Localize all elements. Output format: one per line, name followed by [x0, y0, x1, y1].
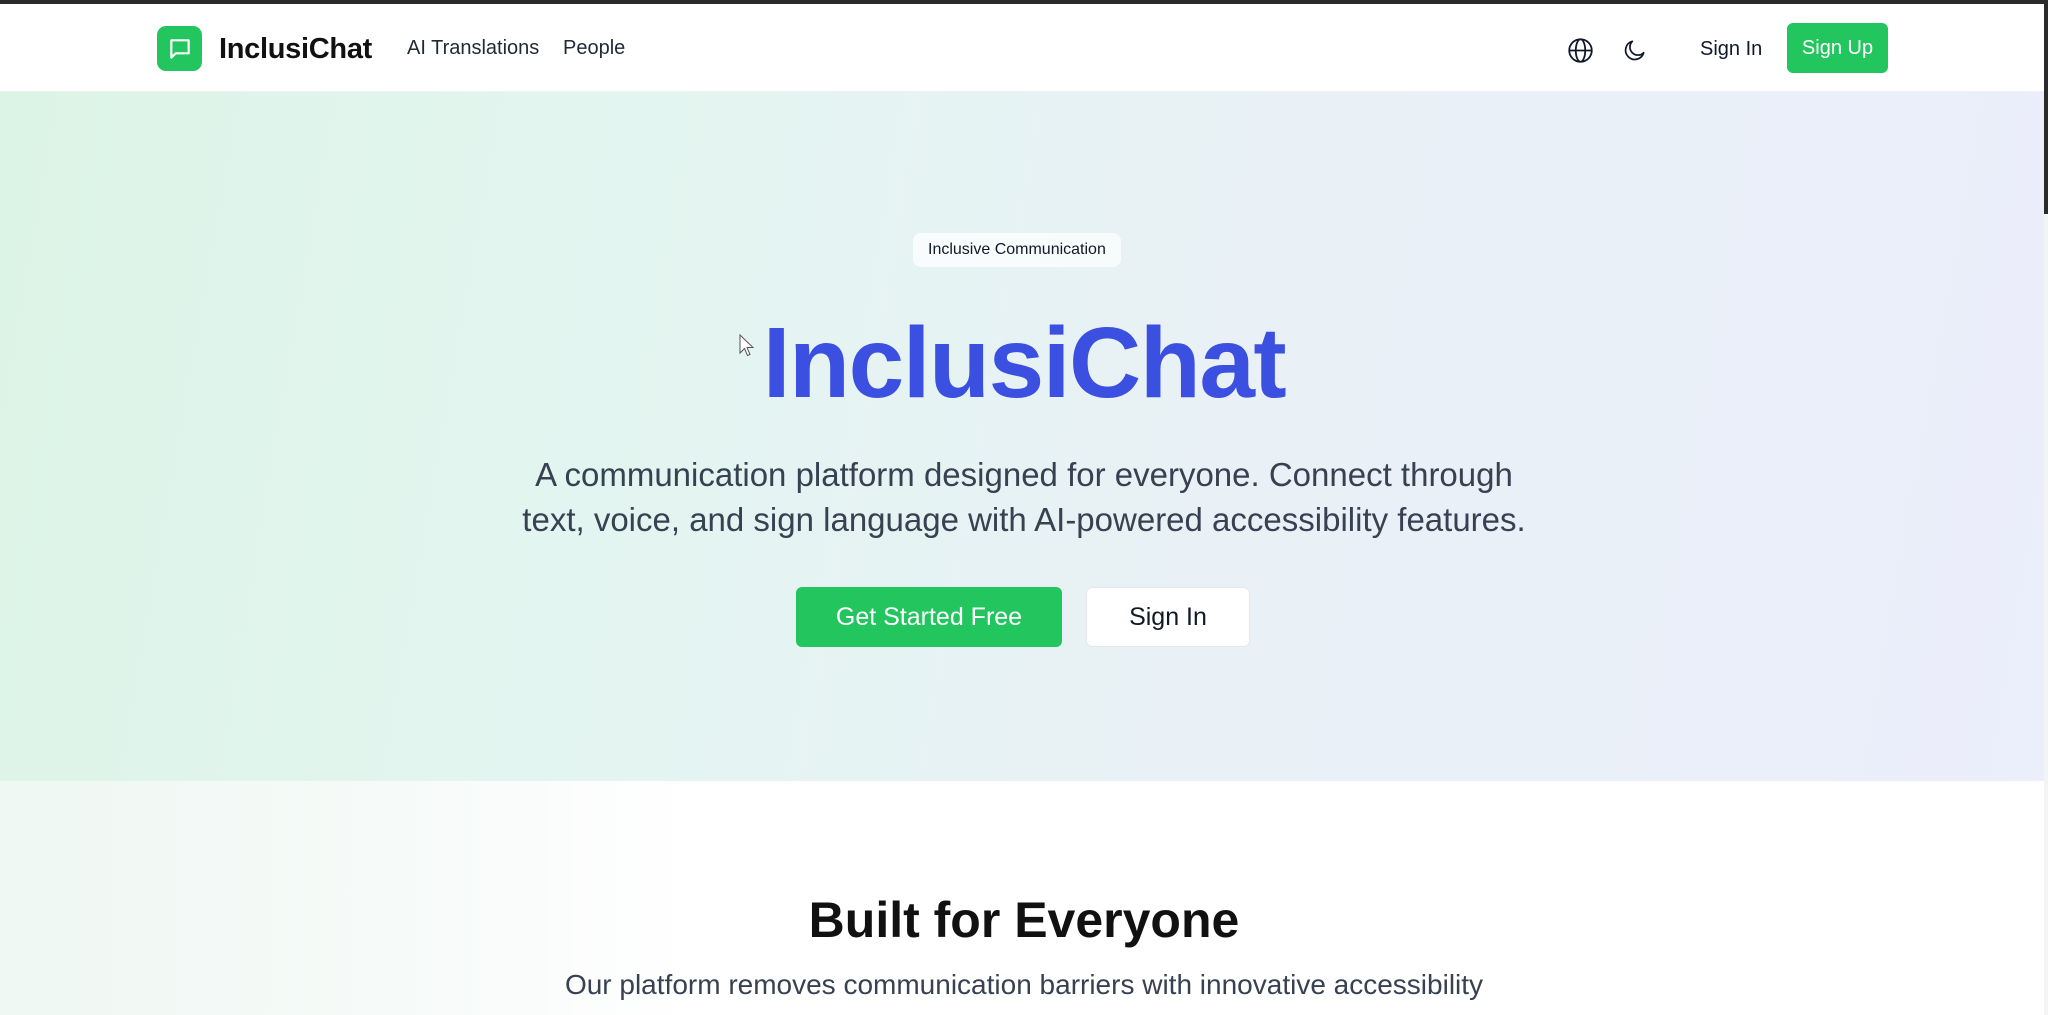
brand-name[interactable]: InclusiChat [219, 33, 372, 66]
mouse-cursor-icon [739, 334, 755, 357]
header-sign-up-button[interactable]: Sign Up [1787, 23, 1888, 73]
hero-title: InclusiChat [762, 307, 1287, 419]
logo[interactable] [157, 26, 202, 71]
get-started-button[interactable]: Get Started Free [796, 587, 1062, 647]
hero-badge: Inclusive Communication [913, 233, 1121, 267]
nav-people[interactable]: People [563, 37, 625, 60]
header-sign-in-link[interactable]: Sign In [1700, 38, 1762, 61]
theme-toggle-button[interactable] [1618, 33, 1652, 67]
nav-ai-translations[interactable]: AI Translations [407, 37, 539, 60]
chat-bubble-icon [169, 38, 190, 59]
features-title: Built for Everyone [808, 892, 1240, 948]
globe-icon [1567, 37, 1593, 63]
features-subtitle: Our platform removes communication barri… [564, 969, 1484, 1000]
scrollbar-thumb[interactable] [2044, 4, 2048, 214]
features-section: Built for Everyone Our platform removes … [0, 781, 2048, 1015]
language-button[interactable] [1563, 33, 1597, 67]
site-header: InclusiChat AI Translations People Sign … [0, 4, 2048, 92]
hero-sign-in-button[interactable]: Sign In [1086, 587, 1250, 647]
moon-icon [1624, 40, 1645, 61]
hero-subtitle-line-1: A communication platform designed for ev… [535, 456, 1513, 493]
hero-section: Inclusive Communication InclusiChat A co… [0, 92, 2048, 781]
hero-subtitle-line-2: text, voice, and sign language with AI-p… [522, 501, 1526, 538]
hero-subtitle: A communication platform designed for ev… [474, 452, 1574, 542]
